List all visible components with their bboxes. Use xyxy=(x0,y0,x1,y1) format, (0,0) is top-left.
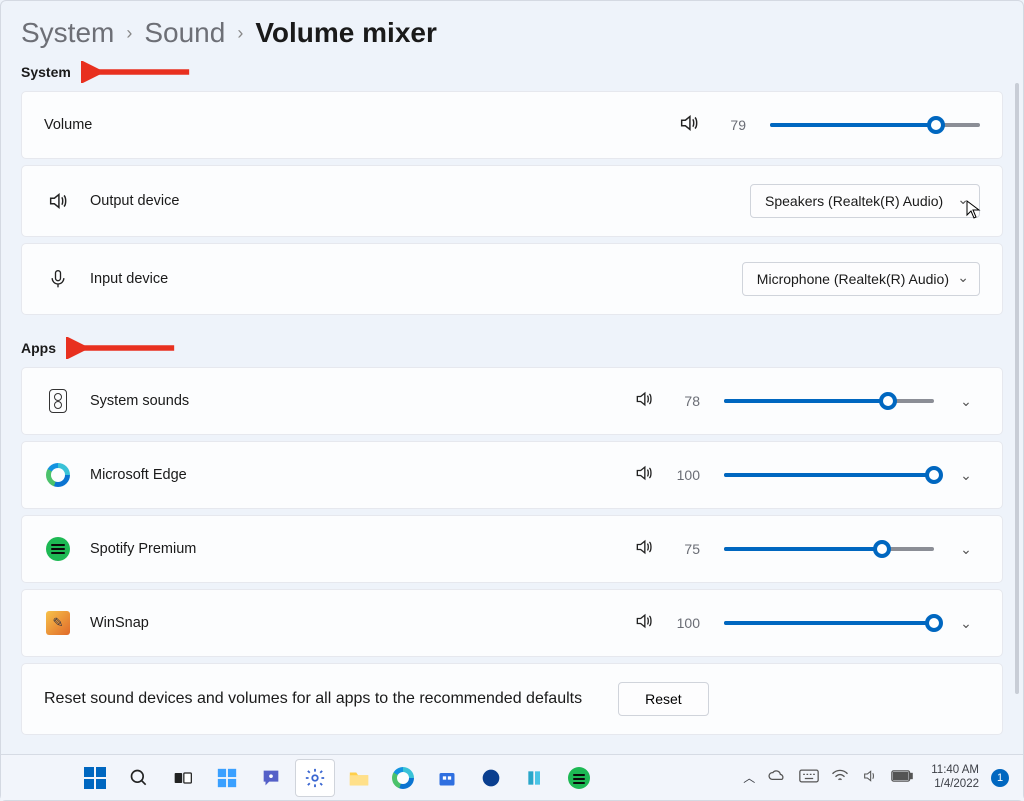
output-device-card: Output device Speakers (Realtek(R) Audio… xyxy=(21,165,1003,237)
app-name-label: Spotify Premium xyxy=(90,541,196,557)
edge-app-icon xyxy=(44,463,72,487)
winsnap-app-icon xyxy=(44,611,72,635)
app-volume-value: 100 xyxy=(672,615,700,631)
breadcrumb-current: Volume mixer xyxy=(255,17,437,49)
annotation-arrow-icon xyxy=(81,61,191,83)
app-volume-row-edge[interactable]: Microsoft Edge 100 ⌄ xyxy=(21,441,1003,509)
annotation-arrow-icon xyxy=(66,337,176,359)
settings-taskbar-button[interactable] xyxy=(295,759,335,797)
chevron-right-icon: › xyxy=(237,23,243,44)
store-taskbar-button[interactable] xyxy=(427,759,467,797)
file-explorer-button[interactable] xyxy=(339,759,379,797)
expand-chevron-icon[interactable]: ⌄ xyxy=(952,541,980,558)
reset-button[interactable]: Reset xyxy=(618,682,709,716)
tray-chevron-icon[interactable]: ︿ xyxy=(743,769,755,786)
chevron-right-icon: › xyxy=(126,23,132,44)
notification-badge[interactable]: 1 xyxy=(991,769,1009,787)
spotify-app-icon xyxy=(44,537,72,561)
app-volume-row-system[interactable]: System sounds 78 ⌄ xyxy=(21,367,1003,435)
reset-card: Reset sound devices and volumes for all … xyxy=(21,663,1003,735)
onedrive-icon[interactable] xyxy=(767,769,787,786)
app-volume-slider[interactable] xyxy=(724,391,934,411)
app-taskbar-button[interactable] xyxy=(471,759,511,797)
input-device-label: Input device xyxy=(90,271,168,287)
speaker-icon xyxy=(44,190,72,212)
taskbar-clock[interactable]: 11:40 AM 1/4/2022 xyxy=(931,764,979,790)
battery-icon[interactable] xyxy=(891,770,913,785)
volume-label: Volume xyxy=(44,117,92,133)
start-button[interactable] xyxy=(75,759,115,797)
keyboard-icon[interactable] xyxy=(799,769,819,786)
app-name-label: System sounds xyxy=(90,393,189,409)
expand-chevron-icon[interactable]: ⌄ xyxy=(952,615,980,632)
wifi-icon[interactable] xyxy=(831,769,849,786)
app-volume-value: 75 xyxy=(672,541,700,557)
breadcrumb-system[interactable]: System xyxy=(21,17,114,49)
app-name-label: WinSnap xyxy=(90,615,149,631)
system-volume-card: Volume 79 xyxy=(21,91,1003,159)
output-device-label: Output device xyxy=(90,193,179,209)
microphone-icon xyxy=(44,268,72,290)
section-header-apps: Apps xyxy=(21,340,56,356)
volume-tray-icon[interactable] xyxy=(861,768,879,787)
breadcrumb-sound[interactable]: Sound xyxy=(144,17,225,49)
expand-chevron-icon[interactable]: ⌄ xyxy=(952,467,980,484)
speaker-icon[interactable] xyxy=(678,112,700,139)
section-header-system: System xyxy=(21,64,71,80)
app-volume-row-winsnap[interactable]: WinSnap 100 ⌄ xyxy=(21,589,1003,657)
speaker-icon[interactable] xyxy=(634,389,654,414)
app-name-label: Microsoft Edge xyxy=(90,467,187,483)
widgets-button[interactable] xyxy=(207,759,247,797)
expand-chevron-icon[interactable]: ⌄ xyxy=(952,393,980,410)
app2-taskbar-button[interactable] xyxy=(515,759,555,797)
app-volume-slider[interactable] xyxy=(724,613,934,633)
chat-button[interactable] xyxy=(251,759,291,797)
volume-value: 79 xyxy=(718,117,746,133)
system-app-icon xyxy=(44,389,72,413)
output-device-dropdown[interactable]: Speakers (Realtek(R) Audio) xyxy=(750,184,980,218)
spotify-taskbar-button[interactable] xyxy=(559,759,599,797)
app-volume-slider[interactable] xyxy=(724,539,934,559)
volume-slider[interactable] xyxy=(770,115,980,135)
breadcrumb: System › Sound › Volume mixer xyxy=(21,17,1003,49)
task-view-button[interactable] xyxy=(163,759,203,797)
speaker-icon[interactable] xyxy=(634,611,654,636)
app-volume-value: 78 xyxy=(672,393,700,409)
edge-taskbar-button[interactable] xyxy=(383,759,423,797)
input-device-card: Input device Microphone (Realtek(R) Audi… xyxy=(21,243,1003,315)
input-device-dropdown[interactable]: Microphone (Realtek(R) Audio) xyxy=(742,262,980,296)
speaker-icon[interactable] xyxy=(634,463,654,488)
search-button[interactable] xyxy=(119,759,159,797)
speaker-icon[interactable] xyxy=(634,537,654,562)
reset-description: Reset sound devices and volumes for all … xyxy=(44,690,582,708)
app-volume-value: 100 xyxy=(672,467,700,483)
app-volume-slider[interactable] xyxy=(724,465,934,485)
app-volume-row-spotify[interactable]: Spotify Premium 75 ⌄ xyxy=(21,515,1003,583)
taskbar: ︿ 11:40 AM 1/4/2022 1 xyxy=(1,754,1023,800)
scrollbar[interactable] xyxy=(1015,83,1019,694)
